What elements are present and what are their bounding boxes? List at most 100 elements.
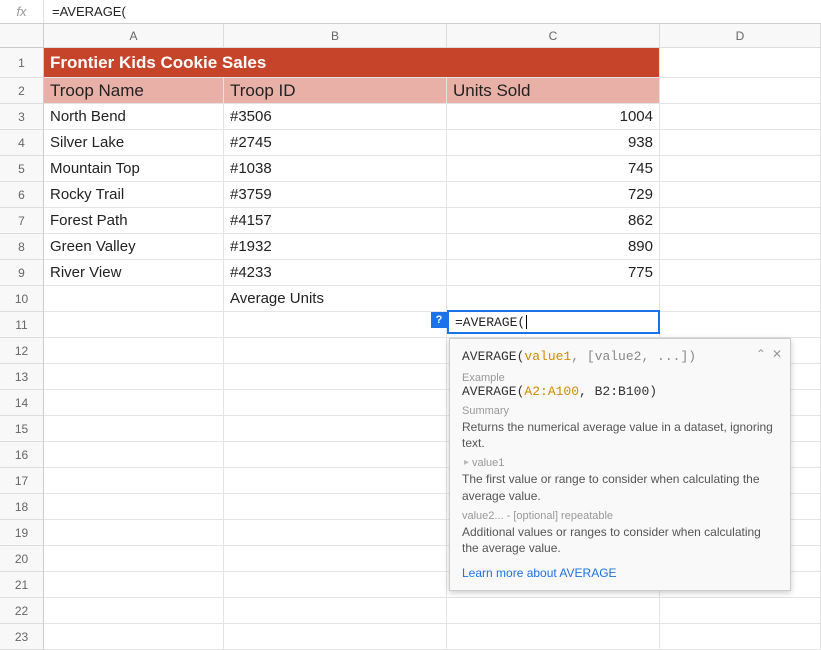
cell[interactable]: [660, 182, 821, 208]
row-header[interactable]: 17: [0, 468, 44, 494]
cell[interactable]: [660, 130, 821, 156]
row-header[interactable]: 14: [0, 390, 44, 416]
cell[interactable]: [224, 494, 447, 520]
cell[interactable]: [44, 468, 224, 494]
avg-label-cell[interactable]: Average Units: [224, 286, 447, 312]
formula-input[interactable]: =AVERAGE(: [44, 0, 821, 23]
row-header[interactable]: 12: [0, 338, 44, 364]
cell[interactable]: [224, 364, 447, 390]
cell[interactable]: [660, 260, 821, 286]
cell[interactable]: [224, 312, 447, 338]
cell-id[interactable]: #4157: [224, 208, 447, 234]
cell[interactable]: [660, 48, 821, 78]
cell-id[interactable]: #3506: [224, 104, 447, 130]
row-header[interactable]: 22: [0, 598, 44, 624]
cell[interactable]: [44, 338, 224, 364]
cell-units[interactable]: 729: [447, 182, 660, 208]
title-cell[interactable]: Frontier Kids Cookie Sales: [44, 48, 660, 78]
cell[interactable]: [224, 572, 447, 598]
corner-cell[interactable]: [0, 24, 44, 48]
row-header[interactable]: 18: [0, 494, 44, 520]
cell[interactable]: [224, 624, 447, 650]
cell[interactable]: [224, 416, 447, 442]
cell[interactable]: [44, 416, 224, 442]
cell[interactable]: [660, 208, 821, 234]
cell[interactable]: [660, 104, 821, 130]
cell[interactable]: [660, 156, 821, 182]
cell[interactable]: [44, 546, 224, 572]
row-header[interactable]: 21: [0, 572, 44, 598]
cell-units[interactable]: 862: [447, 208, 660, 234]
cell[interactable]: [660, 234, 821, 260]
cell[interactable]: [224, 468, 447, 494]
row-header[interactable]: 4: [0, 130, 44, 156]
cell[interactable]: [224, 338, 447, 364]
cell[interactable]: [224, 442, 447, 468]
cell[interactable]: [44, 572, 224, 598]
row-header[interactable]: 9: [0, 260, 44, 286]
formula-help-icon[interactable]: ?: [431, 312, 447, 328]
cell-id[interactable]: #2745: [224, 130, 447, 156]
header-troop-id[interactable]: Troop ID: [224, 78, 447, 104]
row-header[interactable]: 7: [0, 208, 44, 234]
row-header[interactable]: 15: [0, 416, 44, 442]
col-header-c[interactable]: C: [447, 24, 660, 48]
cell[interactable]: [44, 286, 224, 312]
cell-name[interactable]: Forest Path: [44, 208, 224, 234]
row-header[interactable]: 10: [0, 286, 44, 312]
header-troop-name[interactable]: Troop Name: [44, 78, 224, 104]
cell[interactable]: [224, 390, 447, 416]
row-header[interactable]: 5: [0, 156, 44, 182]
close-icon[interactable]: ✕: [772, 347, 782, 361]
row-header[interactable]: 19: [0, 520, 44, 546]
cell[interactable]: [660, 624, 821, 650]
cell-units[interactable]: 745: [447, 156, 660, 182]
cell-id[interactable]: #1038: [224, 156, 447, 182]
cell-name[interactable]: North Bend: [44, 104, 224, 130]
cell-id[interactable]: #1932: [224, 234, 447, 260]
cell[interactable]: [447, 624, 660, 650]
cell[interactable]: [224, 520, 447, 546]
cell[interactable]: [44, 598, 224, 624]
row-header[interactable]: 8: [0, 234, 44, 260]
cell[interactable]: [44, 390, 224, 416]
cell-units[interactable]: 775: [447, 260, 660, 286]
cell-units[interactable]: 890: [447, 234, 660, 260]
cell[interactable]: [224, 546, 447, 572]
tooltip-collapse-icon[interactable]: ⌃: [756, 347, 766, 361]
cell[interactable]: [44, 442, 224, 468]
active-cell-editor[interactable]: =AVERAGE(: [447, 310, 660, 334]
cell-id[interactable]: #3759: [224, 182, 447, 208]
row-header[interactable]: 20: [0, 546, 44, 572]
cell-name[interactable]: Green Valley: [44, 234, 224, 260]
cell[interactable]: [44, 624, 224, 650]
row-header[interactable]: 11: [0, 312, 44, 338]
cell-name[interactable]: Silver Lake: [44, 130, 224, 156]
row-header[interactable]: 1: [0, 48, 44, 78]
row-header[interactable]: 23: [0, 624, 44, 650]
header-units-sold[interactable]: Units Sold: [447, 78, 660, 104]
active-cell-under[interactable]: [447, 286, 660, 312]
learn-more-link[interactable]: Learn more about AVERAGE: [462, 566, 617, 580]
row-header[interactable]: 3: [0, 104, 44, 130]
cell[interactable]: [660, 312, 821, 338]
row-header[interactable]: 6: [0, 182, 44, 208]
col-header-b[interactable]: B: [224, 24, 447, 48]
cell[interactable]: [660, 286, 821, 312]
cell[interactable]: [44, 312, 224, 338]
row-header[interactable]: 16: [0, 442, 44, 468]
row-header[interactable]: 2: [0, 78, 44, 104]
cell[interactable]: [44, 520, 224, 546]
col-header-a[interactable]: A: [44, 24, 224, 48]
cell[interactable]: [660, 78, 821, 104]
cell-units[interactable]: 938: [447, 130, 660, 156]
cell-name[interactable]: River View: [44, 260, 224, 286]
cell[interactable]: [660, 598, 821, 624]
col-header-d[interactable]: D: [660, 24, 821, 48]
cell-name[interactable]: Rocky Trail: [44, 182, 224, 208]
cell-units[interactable]: 1004: [447, 104, 660, 130]
row-header[interactable]: 13: [0, 364, 44, 390]
cell[interactable]: [44, 494, 224, 520]
cell-id[interactable]: #4233: [224, 260, 447, 286]
cell[interactable]: [447, 598, 660, 624]
